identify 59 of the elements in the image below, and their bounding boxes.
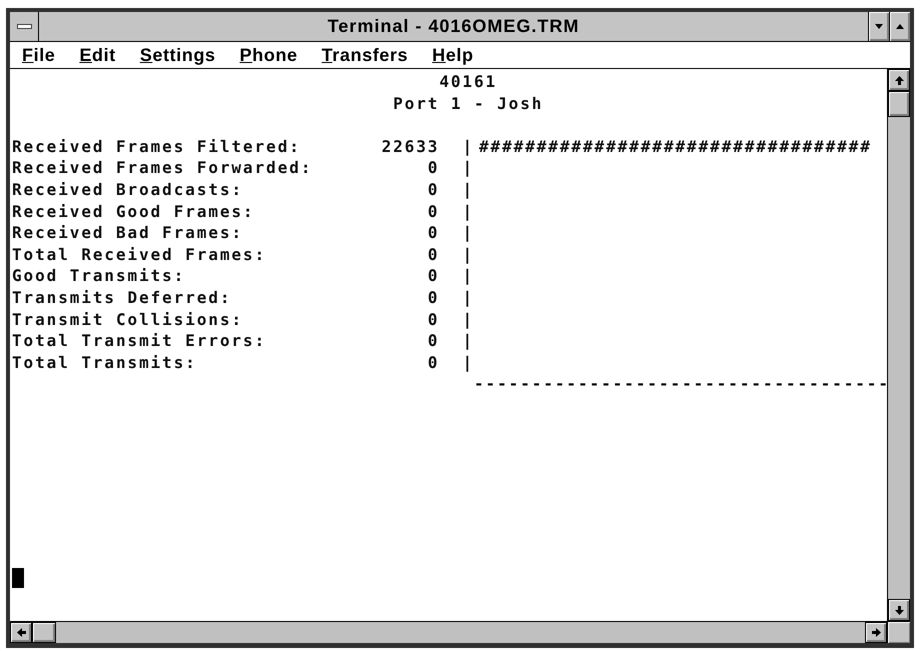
- stat-value: 0: [428, 200, 440, 222]
- divider-text: |: [462, 352, 474, 374]
- stat-value: 0: [428, 244, 440, 266]
- scroll-left-button[interactable]: [10, 622, 32, 643]
- maximize-button[interactable]: [889, 12, 910, 41]
- header-text: 40161: [439, 71, 498, 93]
- stat-label: Total Received Frames:: [12, 244, 266, 266]
- divider-text: |: [462, 178, 474, 201]
- divider-text: |: [462, 136, 474, 158]
- arrow-up-icon: [894, 76, 904, 84]
- stat-label: Total Transmits:: [12, 352, 197, 374]
- scroll-down-button[interactable]: [888, 599, 910, 621]
- stat-label: Transmits Deferred:: [12, 286, 232, 309]
- stat-value: 0: [428, 157, 440, 179]
- header-text: Port 1 - Josh: [393, 92, 544, 114]
- menu-item[interactable]: File: [10, 44, 68, 66]
- divider-text: |: [462, 244, 474, 266]
- divider-text: |: [462, 200, 474, 222]
- stat-value: 0: [428, 330, 440, 352]
- divider-text: |: [462, 222, 474, 244]
- stat-label: Received Good Frames:: [12, 200, 255, 222]
- divider-text: |: [462, 265, 474, 287]
- divider-text: |: [462, 330, 474, 352]
- scroll-thumb[interactable]: [32, 622, 56, 643]
- divider-text: |: [462, 286, 474, 309]
- menu-item[interactable]: Settings: [128, 44, 228, 66]
- stat-label: Transmit Collisions:: [12, 308, 244, 330]
- menu-item[interactable]: Phone: [228, 44, 310, 66]
- stat-label: Total Transmit Errors:: [12, 330, 266, 352]
- scroll-thumb[interactable]: [888, 91, 910, 117]
- stat-value: 0: [428, 308, 440, 330]
- scroll-right-button[interactable]: [865, 622, 887, 643]
- stat-label: Good Transmits:: [12, 265, 186, 287]
- stat-label: Received Frames Filtered:: [12, 136, 301, 158]
- arrow-left-icon: [16, 628, 26, 637]
- caret-up-icon: [896, 24, 904, 29]
- minus-bar-icon: [16, 24, 32, 29]
- dash-row-text: ------------------------------------: [474, 373, 887, 395]
- caret-down-icon: [875, 24, 883, 29]
- menu-item[interactable]: Edit: [67, 44, 128, 66]
- stat-label: Received Broadcasts:: [12, 178, 244, 201]
- stat-value: 22633: [382, 136, 440, 158]
- arrow-down-icon: [894, 606, 904, 614]
- stat-value: 0: [428, 222, 440, 244]
- stat-value: 0: [428, 352, 440, 374]
- stat-value: 0: [428, 286, 440, 309]
- minimize-button[interactable]: [868, 12, 889, 41]
- window-title: Terminal - 4016OMEG.TRM: [326, 15, 580, 38]
- divider-text: |: [462, 157, 474, 179]
- stat-value: 0: [428, 265, 440, 287]
- scroll-up-button[interactable]: [888, 69, 910, 91]
- divider-text: |: [462, 308, 474, 330]
- stat-label: Received Frames Forwarded:: [12, 157, 312, 179]
- hash-marks-text: ##################################: [478, 136, 872, 158]
- stat-label: Received Bad Frames:: [12, 222, 244, 244]
- menu-item[interactable]: Transfers: [310, 44, 420, 66]
- arrow-right-icon: [872, 628, 880, 637]
- menu-item[interactable]: Help: [420, 44, 486, 66]
- stat-value: 0: [428, 178, 440, 201]
